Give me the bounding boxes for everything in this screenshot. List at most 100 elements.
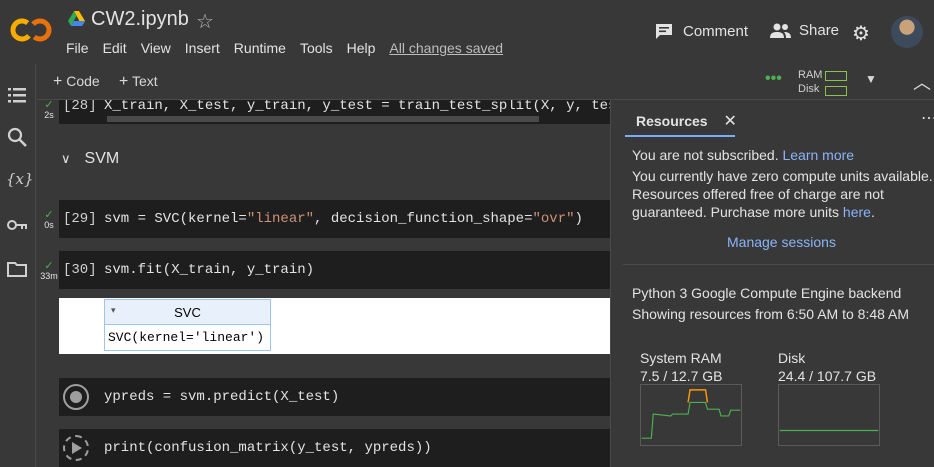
code-cell[interactable]: [30] svm.fit(X_train, y_train) <box>59 251 610 289</box>
run-cell-icon[interactable] <box>63 435 89 461</box>
plus-icon: + <box>119 73 129 90</box>
menu-tools[interactable]: Tools <box>300 40 333 56</box>
colab-logo-icon[interactable] <box>10 14 52 46</box>
ram-bar <box>825 71 847 81</box>
chevron-down-icon[interactable]: ▼ <box>865 72 877 86</box>
ram-label: RAM <box>798 69 823 81</box>
manage-sessions-link[interactable]: Manage sessions <box>727 233 836 251</box>
collapse-chevron-icon[interactable]: ∨ <box>61 151 71 166</box>
colab-window: CW2.ipynb ☆ File Edit View Insert Runtim… <box>0 0 934 467</box>
ram-usage-graph <box>640 384 742 446</box>
not-subscribed-text: You are not subscribed. <box>632 147 779 163</box>
purchase-here-link[interactable]: here <box>843 204 871 220</box>
ram-title: System RAM <box>640 350 722 366</box>
section-title: SVM <box>84 150 120 167</box>
estimator-display[interactable]: ▾ SVC SVC(kernel='linear') <box>104 299 271 351</box>
time-range: Showing resources from 6:50 AM to 8:48 A… <box>632 306 910 322</box>
close-icon[interactable]: ✕ <box>723 113 736 130</box>
add-text-label: Text <box>131 73 158 89</box>
tab-resources[interactable]: Resources ✕ <box>636 111 737 131</box>
share-label: Share <box>799 22 840 39</box>
notebook-content: [28] X_train, X_test, y_train, y_test = … <box>37 100 610 467</box>
table-of-contents-icon[interactable] <box>6 84 28 106</box>
ram-disk-indicator[interactable]: RAM Disk <box>798 68 847 96</box>
estimator-repr: SVC(kernel='linear') <box>108 330 265 345</box>
menu-bar: File Edit View Insert Runtime Tools Help… <box>66 40 517 56</box>
cell-code[interactable]: X_train, X_test, y_train, y_test = train… <box>104 100 610 114</box>
menu-view[interactable]: View <box>141 40 171 56</box>
divider <box>623 264 934 265</box>
learn-more-link[interactable]: Learn more <box>782 147 854 163</box>
comment-label: Comment <box>683 22 749 40</box>
exec-time: 0s <box>44 220 54 230</box>
app-header: CW2.ipynb ☆ File Edit View Insert Runtim… <box>0 0 934 64</box>
comment-icon <box>656 24 672 39</box>
settings-gear-icon[interactable]: ⚙ <box>852 21 870 46</box>
horizontal-scrollbar[interactable] <box>107 116 539 122</box>
compute-units-info: You currently have zero compute units av… <box>632 167 933 221</box>
add-code-button[interactable]: + Code <box>53 73 100 91</box>
cell-prompt: [28] <box>63 100 97 114</box>
ram-stats: System RAM 7.5 / 12.7 GB <box>640 349 723 385</box>
cell-prompt: [30] <box>63 262 97 278</box>
code-string: "ovr" <box>532 211 575 227</box>
disk-stats: Disk 24.4 / 107.7 GB <box>778 349 876 385</box>
estimator-header[interactable]: ▾ SVC <box>105 300 270 325</box>
notebook-toolbar: + Code + Text ••• RAM Disk ▼ ︿ <box>37 64 934 100</box>
cell-output: ▾ SVC SVC(kernel='linear') <box>59 298 610 354</box>
code-cell[interactable]: print(confusion_matrix(y_test, ypreds)) <box>59 429 610 467</box>
code-string: "linear" <box>246 211 315 227</box>
variables-icon[interactable]: {x} <box>6 170 34 192</box>
notebook-title[interactable]: CW2.ipynb <box>91 8 189 31</box>
google-drive-icon <box>68 11 85 26</box>
plus-icon: + <box>53 73 63 90</box>
run-cell-icon[interactable] <box>63 384 89 410</box>
info-line: You currently have zero compute units av… <box>632 168 933 184</box>
menu-help[interactable]: Help <box>347 40 376 56</box>
check-icon: ✓ <box>44 100 54 111</box>
code-token: ) <box>574 211 583 227</box>
user-avatar[interactable] <box>891 16 923 48</box>
cell-code[interactable]: svm = SVC(kernel="linear", decision_func… <box>104 211 583 227</box>
check-icon: ✓ <box>44 260 54 272</box>
search-icon[interactable] <box>6 126 28 148</box>
check-icon: ✓ <box>44 209 54 221</box>
more-options-icon[interactable]: ⋯ <box>921 108 934 128</box>
cell-prompt: [29] <box>63 211 97 227</box>
save-status-link[interactable]: All changes saved <box>389 40 503 56</box>
cell-code[interactable]: print(confusion_matrix(y_test, ypreds)) <box>104 440 432 456</box>
menu-insert[interactable]: Insert <box>185 40 220 56</box>
ram-value: 7.5 / 12.7 GB <box>640 368 723 384</box>
menu-file[interactable]: File <box>66 40 89 56</box>
backend-name: Python 3 Google Compute Engine backend <box>632 285 902 301</box>
exec-time: 2s <box>44 110 54 120</box>
add-code-label: Code <box>66 73 100 89</box>
connected-dots-icon: ••• <box>765 70 782 87</box>
cell-code[interactable]: svm.fit(X_train, y_train) <box>104 262 314 278</box>
secrets-key-icon[interactable] <box>6 214 28 236</box>
resources-panel: Resources ✕ ⋯ You are not subscribed. Le… <box>610 100 934 467</box>
info-line: Resources offered free of charge are not <box>632 186 884 202</box>
estimator-name: SVC <box>174 305 201 320</box>
tab-label: Resources <box>636 113 708 129</box>
chevron-up-icon[interactable]: ︿ <box>913 69 931 95</box>
share-button[interactable]: Share <box>770 22 839 39</box>
code-cell[interactable]: ypreds = svm.predict(X_test) <box>59 378 610 416</box>
cell-code[interactable]: ypreds = svm.predict(X_test) <box>104 389 339 405</box>
subscription-status: You are not subscribed. Learn more <box>632 146 854 164</box>
code-cell[interactable]: [29] svm = SVC(kernel="linear", decision… <box>59 200 610 238</box>
people-icon <box>770 23 791 38</box>
menu-runtime[interactable]: Runtime <box>234 40 286 56</box>
menu-edit[interactable]: Edit <box>103 40 127 56</box>
disk-label: Disk <box>798 83 820 95</box>
disk-usage-graph <box>778 384 880 446</box>
code-token: , decision_function_shape= <box>314 211 533 227</box>
add-text-button[interactable]: + Text <box>119 73 158 91</box>
cell-exec-status: ✓ 33m <box>37 260 61 282</box>
star-icon[interactable]: ☆ <box>196 9 214 34</box>
section-heading[interactable]: ∨ SVM <box>61 150 119 168</box>
active-tab-indicator <box>625 135 735 137</box>
files-folder-icon[interactable] <box>6 258 28 280</box>
comment-button[interactable]: Comment <box>654 22 748 40</box>
disk-value: 24.4 / 107.7 GB <box>778 368 877 384</box>
